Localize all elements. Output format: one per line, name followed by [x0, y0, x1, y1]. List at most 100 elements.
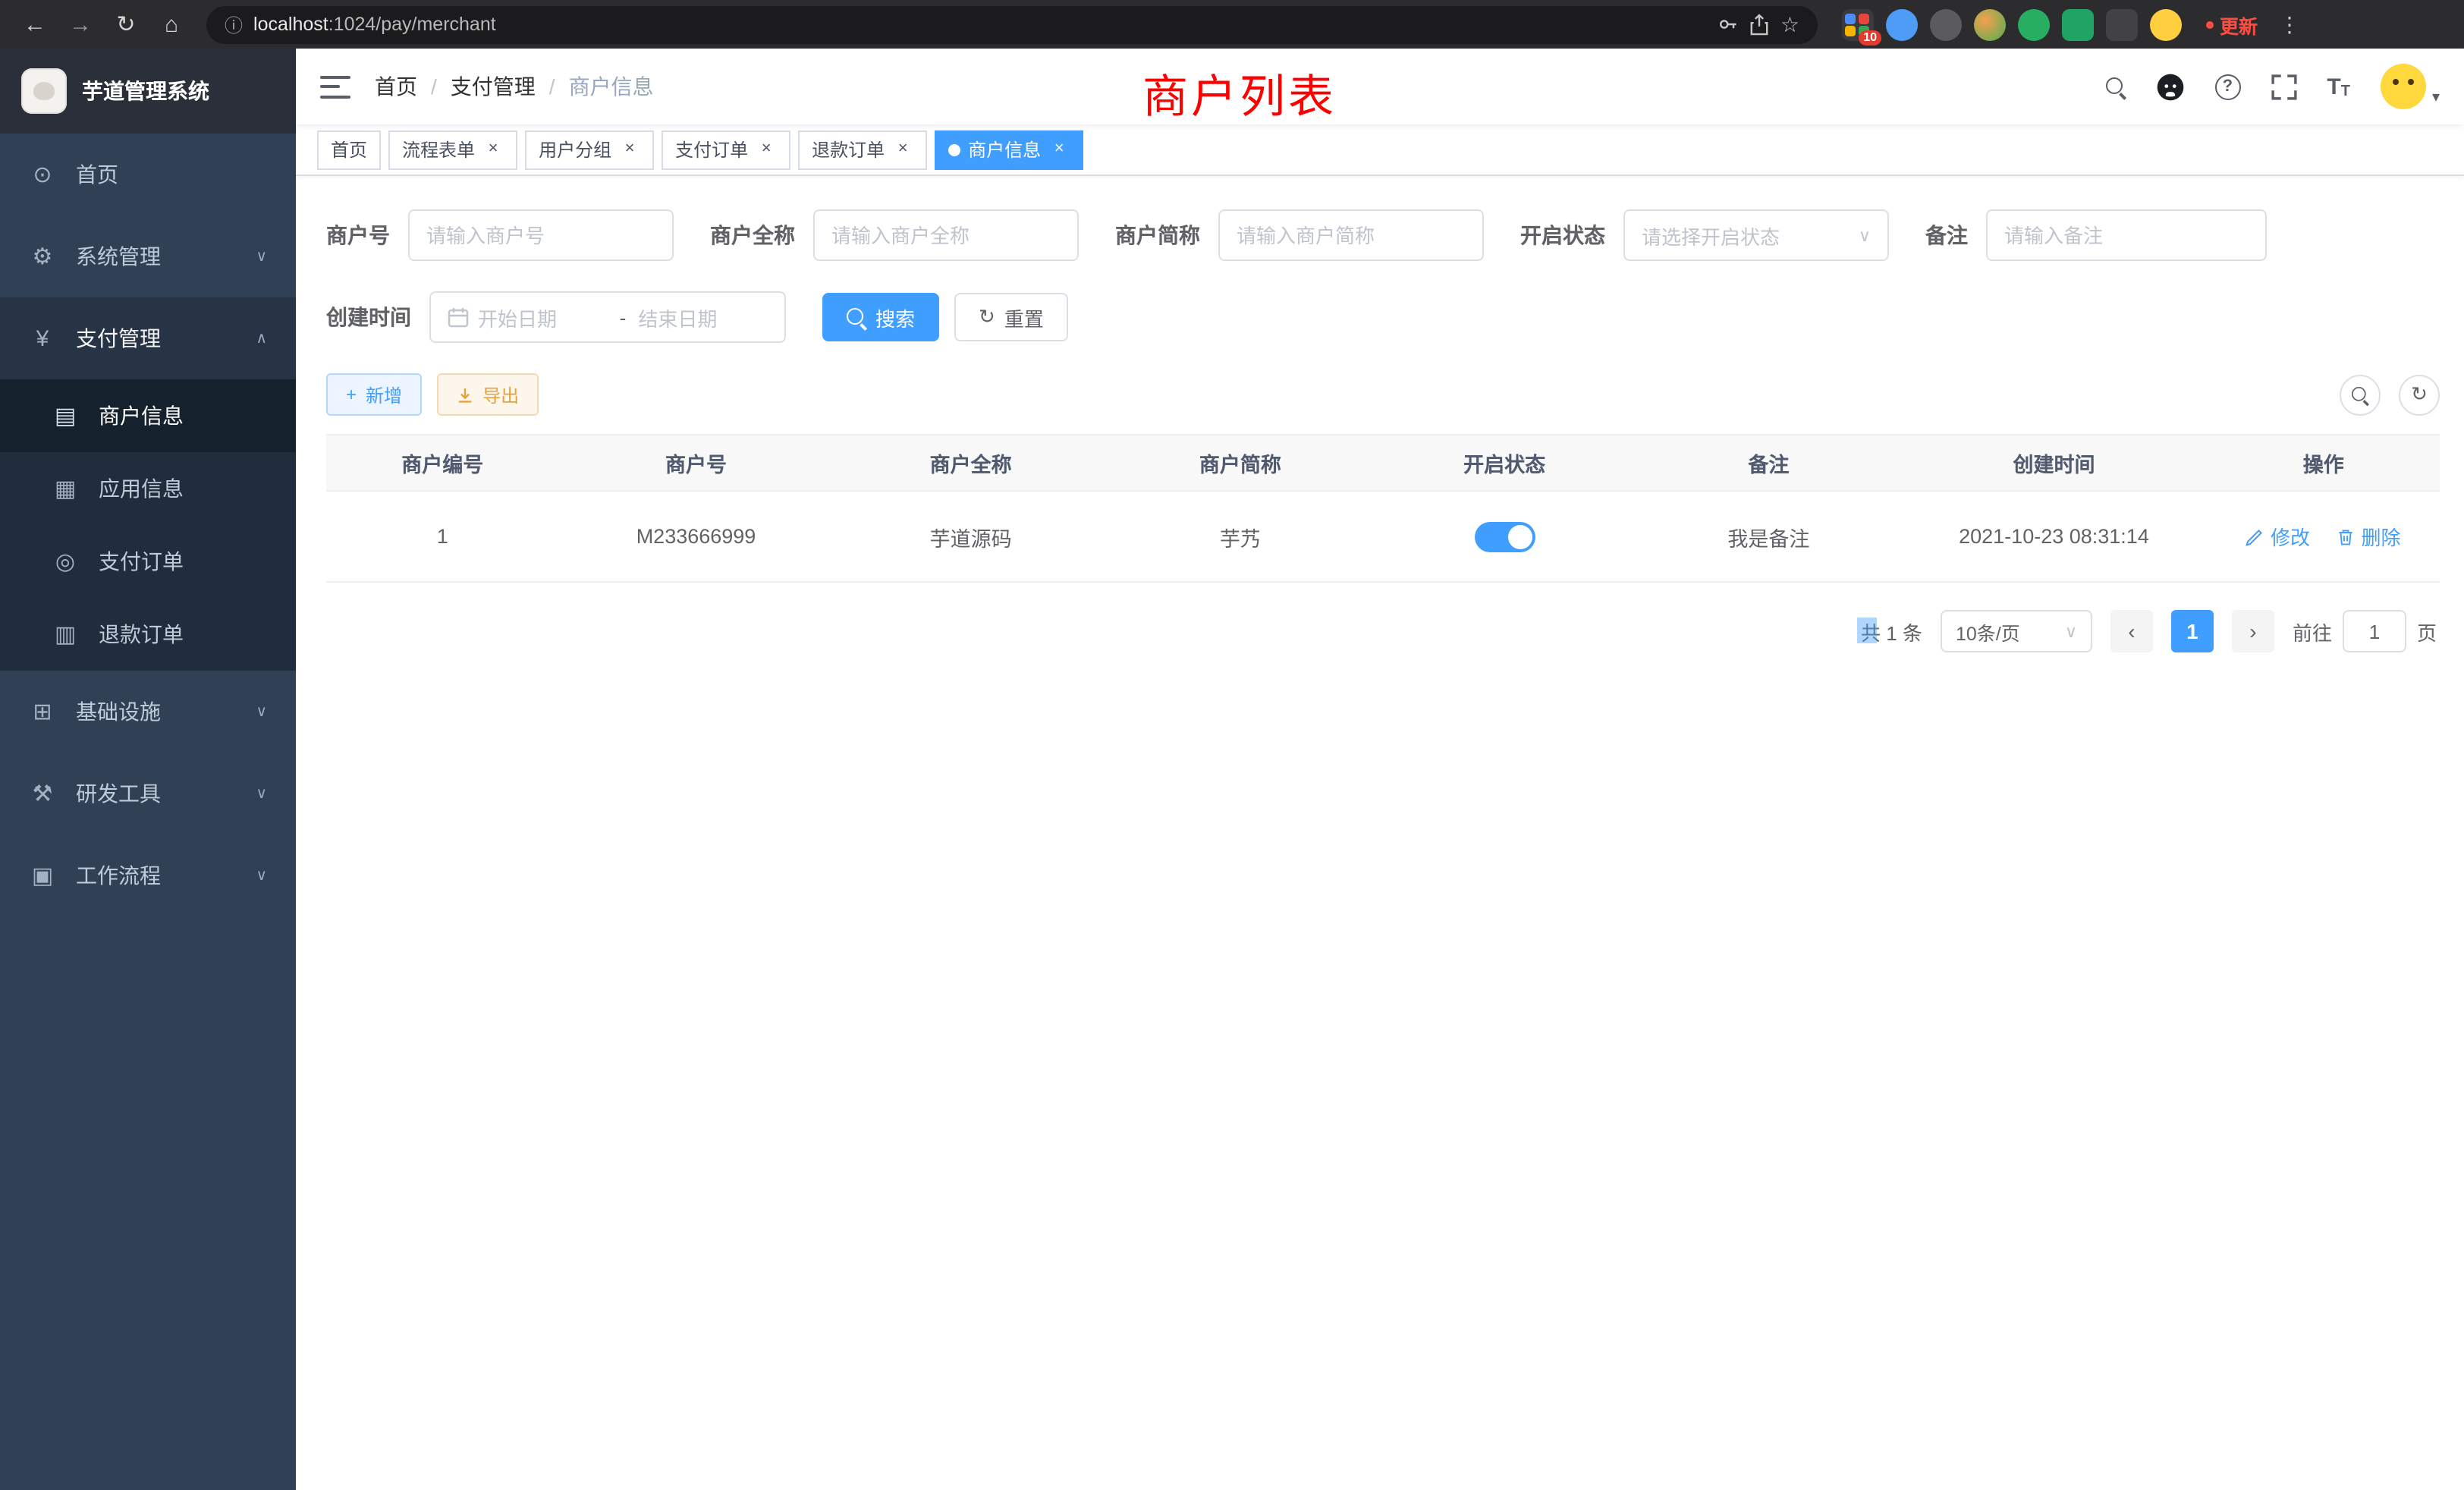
- back-icon[interactable]: ←: [15, 5, 55, 44]
- tab-pay-order[interactable]: 支付订单 ×: [662, 130, 790, 169]
- export-button[interactable]: 导出: [437, 373, 539, 416]
- url-host: localhost: [253, 14, 328, 35]
- col-header-id: 商户编号: [326, 435, 558, 491]
- sidebar-item-system[interactable]: ⚙ 系统管理 ∨: [0, 215, 296, 297]
- browser-update-button[interactable]: 更新: [2197, 10, 2267, 39]
- calendar-icon: [448, 306, 469, 328]
- forward-icon[interactable]: →: [61, 5, 100, 44]
- reload-icon[interactable]: ↻: [106, 5, 146, 44]
- pencil-icon: [2246, 527, 2264, 545]
- status-select[interactable]: 请选择开启状态 ∨: [1623, 209, 1889, 261]
- field-remark: 备注: [1925, 209, 2267, 261]
- search-button[interactable]: 搜索: [822, 293, 939, 341]
- tab-home[interactable]: 首页: [317, 130, 381, 169]
- breadcrumb-separator: /: [549, 74, 555, 99]
- font-size-icon[interactable]: TT: [2327, 74, 2350, 99]
- sidebar-item-dev-tools[interactable]: ⚒ 研发工具 ∨: [0, 753, 296, 835]
- prev-page-button[interactable]: ‹: [2110, 610, 2153, 652]
- date-range-picker[interactable]: 开始日期 - 结束日期: [429, 291, 786, 343]
- sidebar-item-pay-order[interactable]: ◎ 支付订单: [0, 525, 296, 598]
- extension-blue-icon[interactable]: [1886, 8, 1918, 40]
- remark-input-field[interactable]: [2004, 224, 2249, 247]
- delete-button[interactable]: 删除: [2337, 522, 2401, 551]
- close-icon[interactable]: ×: [892, 139, 913, 160]
- tab-user-group[interactable]: 用户分组 ×: [525, 130, 654, 169]
- tab-merchant-info[interactable]: 商户信息 ×: [935, 130, 1083, 169]
- browser-profile-avatar[interactable]: [2150, 8, 2182, 40]
- merchant-no-input[interactable]: [408, 209, 674, 261]
- page-number-button[interactable]: 1: [2171, 610, 2214, 652]
- goto-page-input[interactable]: [2343, 610, 2406, 652]
- user-avatar[interactable]: ▾: [2381, 64, 2440, 109]
- download-icon: [457, 386, 473, 403]
- extension-green-circle-icon[interactable]: [2018, 8, 2050, 40]
- hamburger-icon[interactable]: [320, 75, 350, 98]
- chevron-up-icon: ∧: [256, 330, 267, 347]
- col-header-short-name: 商户简称: [1108, 435, 1372, 491]
- tab-label: 用户分组: [539, 137, 611, 162]
- sidebar-item-label: 首页: [76, 159, 267, 190]
- field-label: 开启状态: [1520, 220, 1623, 250]
- breadcrumb-home[interactable]: 首页: [375, 71, 417, 102]
- sidebar: 芋道管理系统 ⊙ 首页 ⚙ 系统管理 ∨ ¥ 支付管理 ∧: [0, 49, 296, 1490]
- refund-doc-icon: ▥: [52, 621, 79, 648]
- page-unit-label: 页: [2417, 617, 2437, 646]
- chevron-down-icon: ∨: [256, 703, 267, 720]
- sidebar-logo[interactable]: 芋道管理系统: [0, 49, 296, 134]
- add-button-label: 新增: [366, 382, 402, 407]
- refresh-table-button[interactable]: ↻: [2399, 374, 2440, 415]
- bookmark-star-icon[interactable]: ☆: [1780, 11, 1799, 37]
- sidebar-item-workflow[interactable]: ▣ 工作流程 ∨: [0, 835, 296, 916]
- edit-button[interactable]: 修改: [2246, 522, 2310, 551]
- tab-refund-order[interactable]: 退款订单 ×: [798, 130, 927, 169]
- short-name-input[interactable]: [1218, 209, 1484, 261]
- browser-menu-icon[interactable]: ⋮: [2273, 11, 2306, 37]
- breadcrumb-payment[interactable]: 支付管理: [451, 71, 536, 102]
- app-title: 芋道管理系统: [82, 76, 209, 106]
- sidebar-item-infrastructure[interactable]: ⊞ 基础设施 ∨: [0, 671, 296, 753]
- close-icon[interactable]: ×: [482, 139, 504, 160]
- close-icon[interactable]: ×: [1048, 139, 1070, 160]
- trash-icon: [2337, 527, 2356, 545]
- site-info-icon[interactable]: ⓘ: [225, 11, 243, 37]
- short-name-input-field[interactable]: [1237, 224, 1466, 247]
- infrastructure-icon: ⊞: [29, 698, 56, 725]
- pay-order-icon: ◎: [52, 548, 79, 575]
- help-icon[interactable]: ?: [2214, 74, 2240, 99]
- close-icon[interactable]: ×: [619, 139, 640, 160]
- url-path: :1024/pay/merchant: [328, 14, 496, 35]
- fullscreen-icon[interactable]: [2271, 74, 2296, 99]
- toggle-search-button[interactable]: [2340, 374, 2381, 415]
- tab-process-form[interactable]: 流程表单 ×: [388, 130, 517, 169]
- extension-avatar-icon[interactable]: [1974, 8, 2006, 40]
- status-toggle[interactable]: [1474, 521, 1535, 552]
- github-icon[interactable]: [2155, 72, 2184, 101]
- extension-dark-square-icon[interactable]: [2106, 8, 2138, 40]
- password-key-icon[interactable]: [1718, 14, 1740, 35]
- full-name-input-field[interactable]: [831, 224, 1061, 247]
- search-icon[interactable]: [2105, 77, 2125, 96]
- browser-home-icon[interactable]: ⌂: [152, 5, 191, 44]
- next-page-button[interactable]: ›: [2232, 610, 2274, 652]
- remark-input[interactable]: [1986, 209, 2267, 261]
- sidebar-item-app-info[interactable]: ▦ 应用信息: [0, 452, 296, 525]
- sidebar-item-home[interactable]: ⊙ 首页: [0, 134, 296, 215]
- merchant-no-input-field[interactable]: [426, 224, 655, 247]
- extension-green-square-icon[interactable]: [2062, 8, 2094, 40]
- add-button[interactable]: + 新增: [326, 373, 422, 416]
- pikachu-avatar-icon: [2381, 64, 2426, 109]
- extension-dark-icon[interactable]: [1930, 8, 1962, 40]
- extension-grid-icon[interactable]: 10: [1842, 8, 1874, 40]
- sidebar-item-refund-order[interactable]: ▥ 退款订单: [0, 598, 296, 671]
- col-header-actions: 操作: [2207, 435, 2440, 491]
- close-icon[interactable]: ×: [756, 139, 777, 160]
- share-icon[interactable]: [1750, 13, 1770, 36]
- address-bar[interactable]: ⓘ localhost:1024/pay/merchant ☆: [206, 5, 1818, 43]
- sidebar-item-payment[interactable]: ¥ 支付管理 ∧: [0, 297, 296, 379]
- page-size-select[interactable]: 10条/页 ∨: [1941, 610, 2092, 652]
- sidebar-item-merchant-info[interactable]: ▤ 商户信息: [0, 379, 296, 452]
- delete-label: 删除: [2362, 522, 2401, 551]
- reset-button[interactable]: ↻ 重置: [954, 293, 1068, 341]
- sidebar-item-label: 研发工具: [76, 778, 236, 809]
- full-name-input[interactable]: [813, 209, 1079, 261]
